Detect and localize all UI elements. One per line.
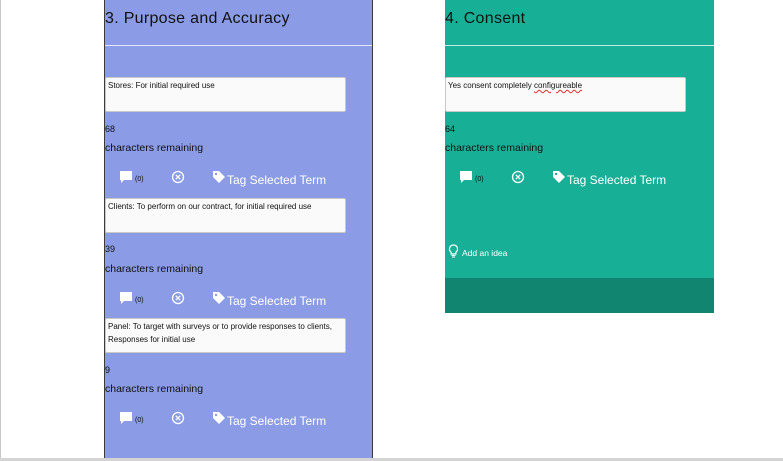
comment-count: (0)	[135, 176, 144, 183]
purpose-term-2-count: 39	[105, 244, 116, 254]
comment-button[interactable]: (0)	[119, 170, 144, 184]
comment-button[interactable]: (0)	[459, 170, 484, 184]
tag-selected-term-button[interactable]: Tag Selected Term	[212, 170, 327, 187]
comment-button[interactable]: (0)	[119, 411, 144, 425]
page-left-border	[0, 0, 1, 461]
tag-selected-term-button[interactable]: Tag Selected Term	[552, 170, 667, 187]
comment-icon	[120, 412, 132, 424]
purpose-term-3-field[interactable]: Panel: To target with surveys or to prov…	[105, 318, 346, 353]
remove-term-button[interactable]	[171, 170, 185, 184]
add-idea-label: Add an idea	[462, 248, 508, 258]
consent-term-1-count: 64	[445, 124, 456, 134]
tag-selected-term-label: Tag Selected Term	[227, 414, 327, 428]
tag-selected-term-button[interactable]: Tag Selected Term	[212, 411, 327, 428]
tag-selected-term-button[interactable]: Tag Selected Term	[212, 291, 327, 308]
consent-term-1-actions: (0) Tag Selected Term	[459, 170, 699, 190]
remove-term-button[interactable]	[171, 291, 185, 305]
remove-term-button[interactable]	[171, 411, 185, 425]
remove-circle-icon	[511, 170, 525, 184]
purpose-column: 3. Purpose and Accuracy Stores: For init…	[104, 0, 373, 461]
tag-icon	[213, 412, 225, 424]
purpose-term-1-actions: (0) Tag Selected Term	[119, 170, 359, 190]
consent-term-1-remaining-label: characters remaining	[445, 142, 544, 154]
purpose-title: 3. Purpose and Accuracy	[105, 10, 290, 27]
consent-footer-bar	[445, 278, 714, 313]
tag-selected-term-label: Tag Selected Term	[567, 173, 667, 187]
tag-icon	[553, 171, 565, 183]
comment-icon	[460, 171, 472, 183]
purpose-term-3-remaining-label: characters remaining	[105, 383, 204, 395]
comment-button[interactable]: (0)	[119, 291, 144, 305]
consent-divider	[445, 45, 714, 46]
tag-icon	[213, 171, 225, 183]
remove-term-button[interactable]	[511, 170, 525, 184]
comment-count: (0)	[475, 176, 484, 183]
comment-icon	[120, 171, 132, 183]
consent-title: 4. Consent	[445, 10, 526, 27]
purpose-term-3-actions: (0) Tag Selected Term	[119, 411, 359, 431]
purpose-term-2-field[interactable]: Clients: To perform on our contract, for…	[105, 198, 346, 233]
purpose-term-1-field[interactable]: Stores: For initial required use	[105, 77, 346, 112]
comment-count: (0)	[135, 297, 144, 304]
tag-icon	[213, 292, 225, 304]
consent-column: 4. Consent Yes consent completely config…	[445, 0, 714, 313]
purpose-term-3-count: 9	[105, 365, 111, 375]
purpose-term-1-count: 68	[105, 124, 116, 134]
lightbulb-icon	[448, 244, 459, 258]
add-idea-button[interactable]: Add an idea	[448, 244, 507, 258]
remove-circle-icon	[171, 291, 185, 305]
purpose-term-2-actions: (0) Tag Selected Term	[119, 291, 359, 311]
consent-term-1-field[interactable]: Yes consent completely configureable	[445, 77, 686, 112]
remove-circle-icon	[171, 170, 185, 184]
purpose-term-1-remaining-label: characters remaining	[105, 142, 204, 154]
purpose-divider	[105, 45, 372, 46]
consent-term-text: Yes consent completely	[448, 81, 534, 90]
comment-icon	[120, 292, 132, 304]
comment-count: (0)	[135, 417, 144, 424]
tag-selected-term-label: Tag Selected Term	[227, 294, 327, 308]
tag-selected-term-label: Tag Selected Term	[227, 173, 327, 187]
remove-circle-icon	[171, 411, 185, 425]
purpose-term-2-remaining-label: characters remaining	[105, 263, 204, 275]
consent-term-misspelled-word: configureable	[533, 81, 583, 90]
